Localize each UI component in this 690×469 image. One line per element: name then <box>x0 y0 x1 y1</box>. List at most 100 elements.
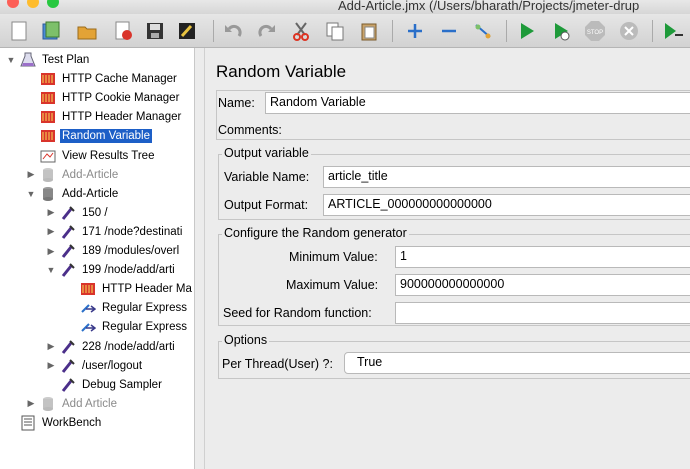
minimize-window-button[interactable] <box>27 0 39 8</box>
tree-node[interactable]: ▼ Add-Article <box>26 185 120 203</box>
sampler-icon <box>60 224 76 240</box>
paste-icon[interactable] <box>358 20 380 42</box>
tree-node[interactable]: HTTP Header Manager <box>26 108 183 126</box>
collapsed-arrow-icon[interactable]: ▶ <box>26 169 36 180</box>
thread-group-icon <box>40 186 56 202</box>
tree-node[interactable]: ▶ 171 /node?destinati <box>46 223 184 241</box>
cut-icon[interactable] <box>290 20 312 42</box>
templates-icon[interactable] <box>40 20 62 42</box>
close-icon[interactable] <box>112 20 134 42</box>
test-plan-tree[interactable]: ▼ Test Plan HTTP Cache Manager HTTP Cookie … <box>0 48 195 469</box>
collapsed-arrow-icon[interactable]: ▶ <box>46 246 56 257</box>
expanded-arrow-icon[interactable]: ▼ <box>26 189 36 199</box>
variable-name-field[interactable]: article_title <box>323 166 690 188</box>
split-pane-divider[interactable] <box>196 48 205 469</box>
minimum-value-label: Minimum Value: <box>289 250 378 264</box>
config-element-icon <box>40 90 56 106</box>
save-icon[interactable] <box>144 20 166 42</box>
tree-node-label: 150 / <box>82 206 108 219</box>
per-thread-value: True <box>357 355 383 369</box>
tree-node[interactable]: View Results Tree <box>26 147 156 165</box>
sampler-icon <box>60 262 76 278</box>
collapse-icon[interactable] <box>438 20 460 42</box>
extractor-icon <box>80 300 96 316</box>
tree-node-label: View Results Tree <box>62 149 155 162</box>
tree-node[interactable]: ▶ 150 / <box>46 204 110 222</box>
open-icon[interactable] <box>76 20 98 42</box>
comments-label: Comments: <box>218 123 282 137</box>
workbench-icon <box>20 415 36 431</box>
listener-icon <box>40 148 56 164</box>
seed-field[interactable] <box>395 302 690 324</box>
extractor-icon <box>80 319 96 335</box>
expanded-arrow-icon[interactable]: ▼ <box>46 265 56 275</box>
tree-node[interactable]: Regular Express <box>66 318 189 336</box>
window-title: Add-Article.jmx (/Users/bharath/Projects… <box>338 0 640 13</box>
start-icon[interactable] <box>516 20 538 42</box>
tree-node-label: 228 /node/add/arti <box>82 340 175 353</box>
tree-node[interactable]: ▶ Add Article <box>26 395 119 413</box>
expanded-arrow-icon[interactable]: ▼ <box>6 55 16 65</box>
toolbar-separator <box>652 20 653 42</box>
config-element-icon <box>40 109 56 125</box>
tree-node[interactable]: HTTP Cache Manager <box>26 70 179 88</box>
collapsed-arrow-icon[interactable]: ▶ <box>46 341 56 352</box>
tree-node-label: /user/logout <box>82 359 143 372</box>
random-variable-panel: Random Variable Name: Random Variable Co… <box>206 48 690 469</box>
tree-node-label: 171 /node?destinati <box>82 225 183 238</box>
config-element-icon <box>40 128 56 144</box>
remote-start-icon[interactable] <box>662 20 684 42</box>
tree-node[interactable]: ▶ Add-Article <box>26 166 120 184</box>
tree-node-label: HTTP Cache Manager <box>62 73 177 86</box>
tree-node-label: Random Variable <box>60 129 153 144</box>
name-label: Name: <box>218 96 255 110</box>
toolbar: STOP <box>0 14 690 48</box>
minimum-value-field[interactable]: 1 <box>395 246 690 268</box>
tree-node[interactable]: HTTP Cookie Manager <box>26 89 181 107</box>
edit-icon[interactable] <box>176 20 198 42</box>
close-window-button[interactable] <box>7 0 19 8</box>
redo-icon[interactable] <box>256 20 278 42</box>
tree-node-label: Add-Article <box>62 168 119 181</box>
tree-node[interactable]: Random Variable <box>26 127 153 145</box>
name-field[interactable]: Random Variable <box>265 92 690 114</box>
tree-node-label: Regular Express <box>102 321 188 334</box>
stop-icon[interactable]: STOP <box>584 20 606 42</box>
output-format-field[interactable]: ARTICLE_000000000000000 <box>323 194 690 216</box>
tree-node-label: Debug Sampler <box>82 378 162 391</box>
tree-node[interactable]: ▶ 189 /modules/overl <box>46 242 181 260</box>
tree-node-label: 199 /node/add/arti <box>82 264 175 277</box>
collapsed-arrow-icon[interactable]: ▶ <box>46 207 56 218</box>
tree-node[interactable]: HTTP Header Ma <box>66 280 194 298</box>
tree-node[interactable]: WorkBench <box>6 414 103 432</box>
tree-node[interactable]: Regular Express <box>66 299 189 317</box>
maximum-value-field[interactable]: 900000000000000 <box>395 274 690 296</box>
tree-node-label: HTTP Header Manager <box>62 111 182 124</box>
start-no-pause-icon[interactable] <box>550 20 572 42</box>
toolbar-separator <box>213 20 214 42</box>
tree-node[interactable]: ▶ /user/logout <box>46 357 144 375</box>
collapsed-arrow-icon[interactable]: ▶ <box>46 226 56 237</box>
undo-icon[interactable] <box>222 20 244 42</box>
config-element-icon <box>80 281 96 297</box>
tree-node[interactable]: ▶ 228 /node/add/arti <box>46 338 177 356</box>
expand-icon[interactable] <box>404 20 426 42</box>
panel-title: Random Variable <box>216 62 347 81</box>
copy-icon[interactable] <box>324 20 346 42</box>
tree-node[interactable]: Debug Sampler <box>46 376 164 394</box>
maximize-window-button[interactable] <box>47 0 59 8</box>
comments-field[interactable] <box>290 120 690 138</box>
toolbar-separator <box>506 20 507 42</box>
collapsed-arrow-icon[interactable]: ▶ <box>46 360 56 371</box>
shutdown-icon[interactable] <box>618 20 640 42</box>
tree-node[interactable]: ▼ Test Plan <box>6 51 91 69</box>
new-icon[interactable] <box>8 20 30 42</box>
tree-node[interactable]: ▼ 199 /node/add/arti <box>46 261 177 279</box>
per-thread-select[interactable]: True <box>344 352 690 374</box>
per-thread-label: Per Thread(User) ?: <box>222 357 333 371</box>
toggle-icon[interactable] <box>472 20 494 42</box>
sampler-icon <box>60 243 76 259</box>
sampler-icon <box>60 339 76 355</box>
collapsed-arrow-icon[interactable]: ▶ <box>26 398 36 409</box>
sampler-icon <box>60 377 76 393</box>
